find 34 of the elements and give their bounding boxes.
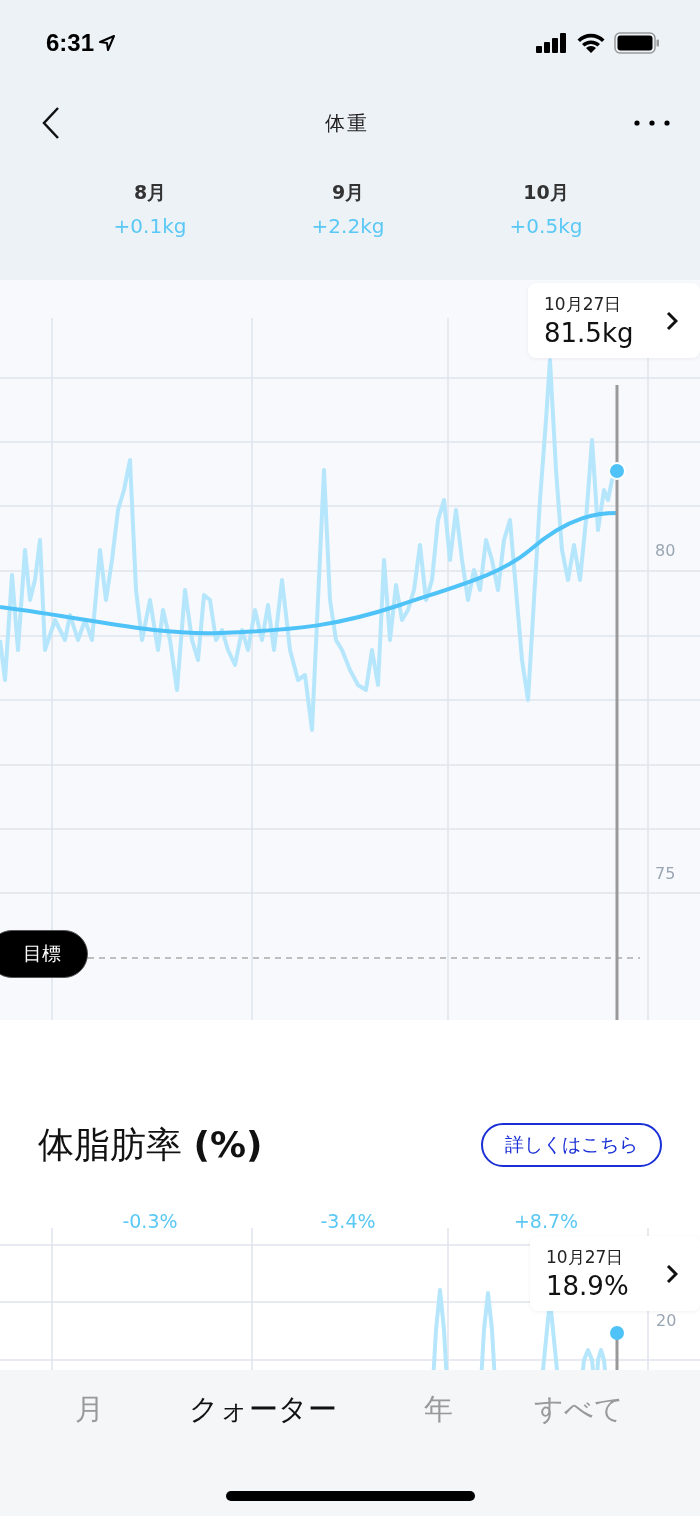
body-fat-change: +8.7%: [512, 1210, 580, 1232]
y-axis-label: 80: [655, 540, 676, 560]
details-button[interactable]: 詳しくはこちら: [481, 1123, 662, 1167]
weight-change: +2.2kg: [311, 214, 385, 238]
y-axis-label: 20: [656, 1310, 677, 1330]
tooltip-value: 18.9%: [546, 1271, 629, 1301]
selected-point: [610, 1326, 624, 1340]
tooltip-date: 10月27日: [546, 1246, 625, 1269]
more-icon[interactable]: [634, 120, 670, 126]
weight-change: +0.5kg: [509, 214, 583, 238]
location-arrow-icon: [98, 34, 117, 52]
section-title: 体脂肪率 (%): [38, 1122, 263, 1167]
weight-change: +0.1kg: [113, 214, 187, 238]
y-axis-label: 75: [655, 863, 676, 883]
screen-title: 体重: [325, 109, 369, 137]
body-fat-change: -3.4%: [319, 1210, 377, 1232]
tooltip-card[interactable]: 10月27日 18.9%: [530, 1236, 700, 1311]
body-fat-change: -0.3%: [121, 1210, 179, 1232]
tooltip-date: 10月27日: [544, 293, 623, 316]
back-icon[interactable]: [42, 107, 60, 139]
chevron-right-icon: [666, 1263, 678, 1284]
battery-icon: [614, 32, 660, 54]
selected-point: [608, 462, 626, 480]
signal-icon: [536, 33, 568, 53]
tooltip-card[interactable]: 10月27日 81.5kg: [528, 283, 700, 358]
goal-label: 目標: [0, 930, 88, 978]
tooltip-value: 81.5kg: [544, 318, 634, 348]
status-time: 6:31: [46, 29, 95, 57]
wifi-icon: [576, 32, 606, 54]
chevron-right-icon: [666, 310, 678, 331]
month-label: 9月: [331, 180, 365, 205]
period-tab[interactable]: クォーター: [189, 1390, 337, 1430]
month-label: 8月: [133, 180, 167, 205]
month-label: 10月: [523, 180, 569, 205]
